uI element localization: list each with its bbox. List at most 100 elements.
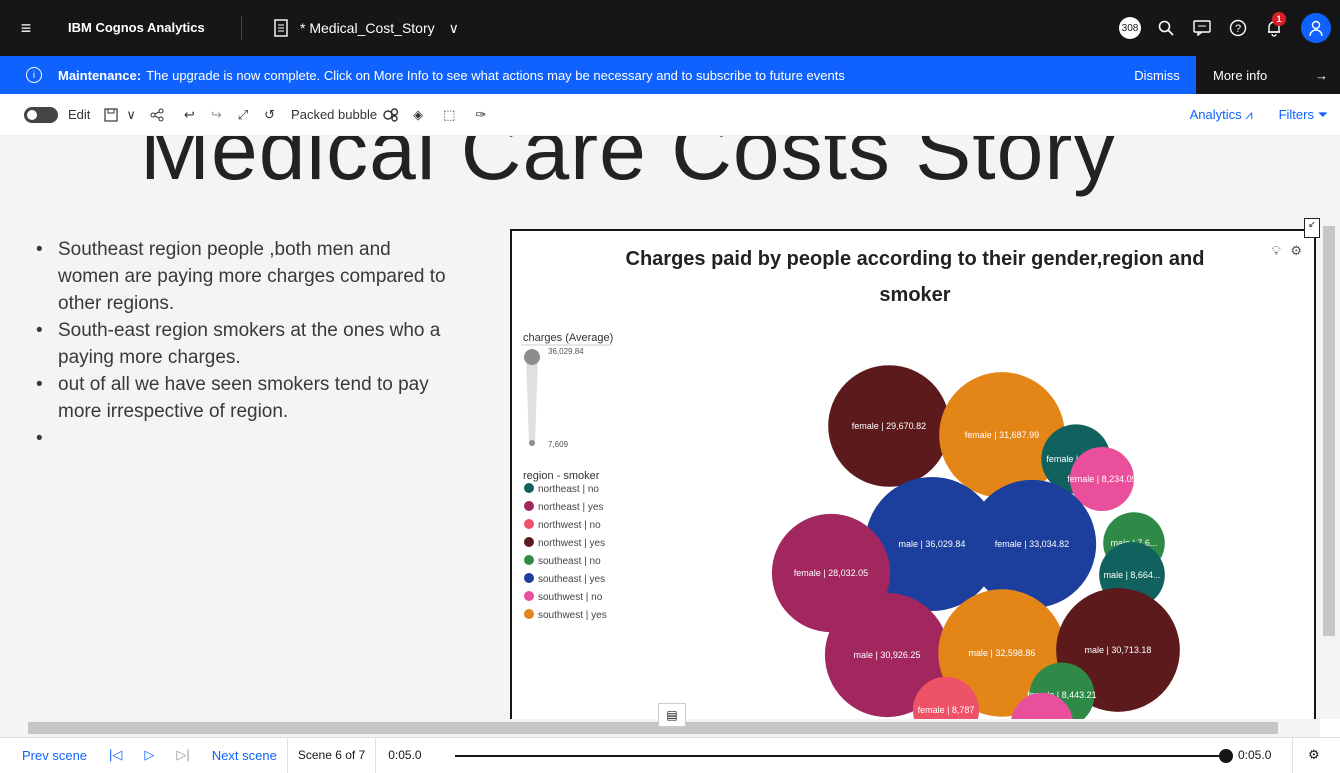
analytics-label: Analytics [1189, 106, 1242, 122]
notebook-icon [274, 19, 288, 37]
undo-icon[interactable]: ↩ [184, 107, 195, 123]
legend-swatch-icon [524, 591, 534, 601]
dismiss-button[interactable]: Dismiss [1118, 56, 1196, 94]
bullet-item: Southeast region people ,both men and wo… [36, 236, 456, 317]
bubble-label: female | 33,034.82 [995, 539, 1069, 549]
save-icon[interactable] [104, 107, 119, 122]
packed-bubble-icon[interactable] [383, 107, 399, 122]
filter-icon: ⏷ [1317, 106, 1328, 122]
divider [286, 737, 288, 773]
select-icon[interactable]: ⬚ [443, 107, 455, 123]
story-name: * Medical_Cost_Story [300, 20, 435, 36]
legend-swatch-icon [524, 609, 534, 619]
search-icon[interactable] [1148, 0, 1184, 56]
color-legend: northeast | no northeast | yes northwest |… [524, 483, 607, 621]
vertical-scroll-thumb[interactable] [1323, 226, 1335, 636]
chart-widget[interactable]: Charges paid by people according to thei… [510, 229, 1316, 719]
play-icon[interactable]: ▷ [144, 747, 154, 763]
analytics-icon: ⩘ [1245, 106, 1253, 122]
banner-label: Maintenance: [58, 67, 142, 83]
svg-text:?: ? [1235, 23, 1241, 35]
share-icon[interactable] [150, 108, 164, 122]
bubble-label: female | 8,787 [918, 705, 975, 715]
divider [375, 737, 377, 773]
prev-scene-button[interactable]: Prev scene [22, 748, 87, 763]
bubble-label: female | 8,234.09 [1067, 474, 1136, 484]
time-end: 0:05.0 [1238, 748, 1272, 762]
more-info-button[interactable]: More info → [1196, 56, 1340, 94]
chat-icon[interactable] [1184, 0, 1220, 56]
vertical-scrollbar[interactable] [1320, 136, 1340, 719]
last-scene-icon[interactable]: ▷| [176, 747, 189, 763]
notification-badge: 1 [1272, 12, 1286, 26]
story-selector[interactable]: * Medical_Cost_Story ∨ [272, 19, 459, 37]
story-bullets: Southeast region people ,both men and wo… [36, 236, 456, 452]
first-scene-icon[interactable]: |◁ [109, 747, 122, 763]
legend-swatch-icon [524, 519, 534, 529]
legend-swatch-icon [524, 483, 534, 493]
story-canvas: Medical Care Costs Story Southeast regio… [0, 136, 1320, 719]
properties-icon[interactable]: ◈ [413, 107, 423, 123]
hamburger-menu-icon[interactable]: ≡ [0, 0, 52, 56]
size-legend-title: charges (Average) [523, 332, 613, 344]
bubble-label: male | 36,029.84 [899, 539, 966, 549]
user-avatar-icon [1301, 13, 1331, 43]
expand-icon[interactable]: ⤢ [238, 107, 248, 123]
user-count-badge: 308 [1119, 17, 1141, 39]
user-avatar-button[interactable] [1292, 0, 1340, 56]
top-bar: ≡ IBM Cognos Analytics * Medical_Cost_St… [0, 0, 1340, 56]
bullet-item [36, 425, 456, 452]
bubble-label: male | 8,664... [1104, 570, 1161, 580]
legend-item[interactable]: northeast | yes [538, 502, 603, 513]
time-start: 0:05.0 [388, 748, 422, 762]
legend-item[interactable]: northwest | yes [538, 538, 605, 549]
notes-icon[interactable]: ▤ [658, 703, 686, 727]
arrow-right-icon: → [1315, 67, 1328, 83]
redo-icon[interactable]: ↪ [211, 107, 222, 123]
more-info-label: More info [1213, 67, 1268, 83]
next-scene-button[interactable]: Next scene [212, 748, 277, 763]
horizontal-scroll-thumb[interactable] [28, 722, 1278, 734]
legend-item[interactable]: southeast | no [538, 556, 601, 567]
analytics-button[interactable]: Analytics ⩘ [1190, 107, 1253, 123]
chevron-down-icon: ∨ [448, 19, 459, 36]
viz-type-label[interactable]: Packed bubble [291, 107, 377, 122]
timeline-slider[interactable] [455, 749, 1233, 763]
legend-item[interactable]: southwest | yes [538, 610, 607, 621]
packed-bubble-chart: charges (Average) 36,029.84 7,609 region… [521, 332, 1180, 719]
bubble-label: female | 31,687.99 [965, 430, 1039, 440]
bullet-item: out of all we have seen smokers tend to … [36, 371, 456, 425]
size-legend-min: 7,609 [548, 440, 569, 449]
size-legend-max: 36,029.84 [548, 347, 584, 356]
pin-icon[interactable]: ✑ [475, 107, 486, 123]
bubble-label: female | 29,670.82 [852, 421, 926, 431]
banner-message: The upgrade is now complete. Click on Mo… [146, 67, 845, 83]
legend-item[interactable]: southeast | yes [538, 574, 605, 585]
resize-handle-icon[interactable]: ↙ [1304, 218, 1320, 238]
save-menu-chevron-icon[interactable]: ∨ [126, 107, 136, 123]
reset-icon[interactable]: ↺ [264, 107, 275, 123]
divider [1292, 737, 1293, 773]
story-title: Medical Care Costs Story [140, 136, 1117, 197]
legend-item[interactable]: northeast | no [538, 484, 599, 495]
brand-name: IBM Cognos Analytics [52, 16, 242, 40]
user-count-button[interactable]: 308 [1112, 0, 1148, 56]
help-icon[interactable]: ? [1220, 0, 1256, 56]
settings-gear-icon[interactable]: ⚙ [1308, 747, 1320, 763]
size-legend-min-icon [529, 440, 535, 446]
bubble-label: male | 32,598.86 [969, 648, 1036, 658]
legend-item[interactable]: northwest | no [538, 520, 601, 531]
edit-toggle[interactable] [24, 106, 58, 123]
notifications-button[interactable]: 1 [1256, 0, 1292, 56]
maintenance-banner: i Maintenance: The upgrade is now comple… [0, 56, 1340, 94]
bubble-label: male | 30,713.18 [1085, 645, 1152, 655]
size-legend-max-icon [524, 349, 540, 365]
info-icon: i [26, 67, 42, 83]
bullet-item: South-east region smokers at the ones wh… [36, 317, 456, 371]
timeline-knob[interactable] [1219, 749, 1233, 763]
scene-navigation: Prev scene |◁ ▷ ▷| Next scene Scene 6 of… [0, 737, 1340, 773]
scene-counter: Scene 6 of 7 [297, 748, 366, 762]
filters-button[interactable]: Filters ⏷ [1279, 107, 1328, 123]
legend-item[interactable]: southwest | no [538, 592, 603, 603]
bubble-label: male | 30,926.25 [854, 650, 921, 660]
